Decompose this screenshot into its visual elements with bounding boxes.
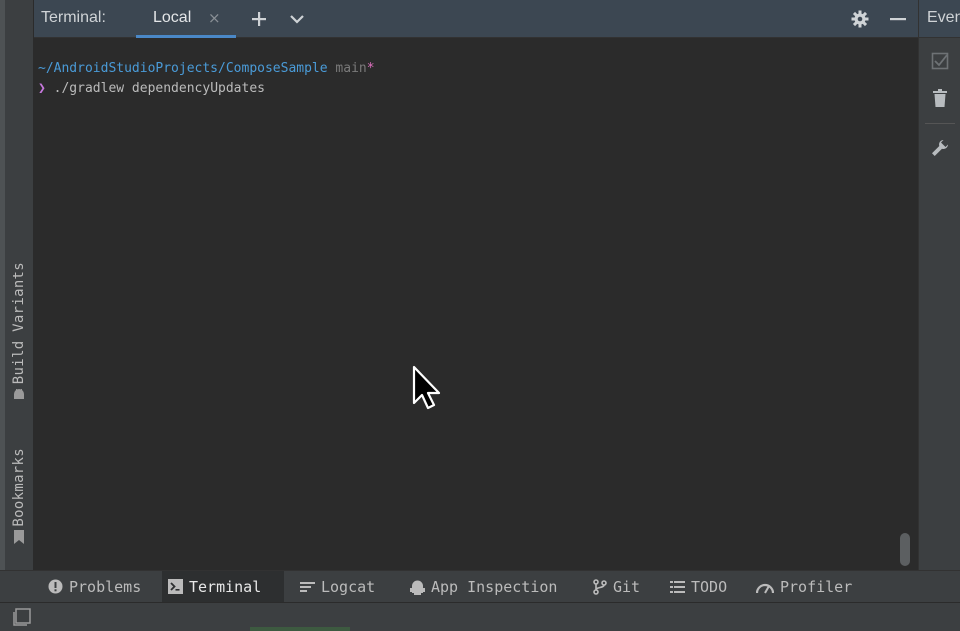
tab-profiler-label: Profiler	[780, 577, 853, 596]
gauge-icon	[756, 583, 774, 593]
tab-problems[interactable]: Problems	[42, 571, 147, 602]
tab-todo[interactable]: TODO	[664, 571, 733, 602]
git-branch: main	[335, 61, 367, 76]
clear-log-button[interactable]	[929, 87, 951, 109]
left-tool-strip: Build Variants Bookmarks	[0, 0, 34, 570]
new-tab-button[interactable]	[249, 9, 269, 29]
prompt-context-line: ~/AndroidStudioProjects/ComposeSample ma…	[38, 61, 375, 76]
plus-icon	[252, 12, 266, 26]
android-icon	[12, 386, 26, 405]
mouse-cursor-icon	[412, 365, 441, 410]
prompt-glyph: ❯	[38, 81, 46, 96]
tab-local[interactable]: Local ×	[136, 0, 236, 38]
tab-todo-label: TODO	[691, 577, 728, 596]
tab-logcat[interactable]: Logcat	[294, 571, 381, 602]
minimize-button[interactable]	[888, 9, 908, 29]
dirty-marker: *	[366, 61, 375, 76]
settings-button[interactable]	[850, 9, 870, 29]
trash-icon	[933, 89, 947, 107]
chevron-down-icon	[290, 15, 304, 24]
left-edge	[0, 0, 5, 570]
logcat-icon	[300, 582, 315, 592]
command-line: ❯ ./gradlew dependencyUpdates	[38, 81, 265, 96]
warning-circle-icon	[48, 579, 63, 594]
current-directory: ~/AndroidStudioProjects/ComposeSample	[38, 61, 328, 76]
tab-app-inspection[interactable]: App Inspection	[404, 571, 563, 602]
tab-logcat-label: Logcat	[321, 577, 376, 596]
terminal-icon	[168, 579, 183, 594]
bottom-tool-bar: Problems Terminal Logcat App Inspection …	[0, 570, 960, 602]
panel-separator	[925, 123, 955, 124]
minus-icon	[890, 18, 906, 21]
status-progress-strip	[250, 627, 350, 631]
toggle-tool-windows-icon[interactable]	[12, 607, 32, 627]
terminal-title: Terminal:	[41, 9, 106, 26]
bookmark-icon	[13, 529, 25, 548]
tab-git[interactable]: Git	[587, 571, 646, 602]
tab-app-inspection-label: App Inspection	[431, 577, 558, 596]
list-icon	[670, 580, 685, 593]
tab-problems-label: Problems	[69, 577, 142, 596]
settings-wrench-button[interactable]	[929, 137, 951, 159]
gear-icon	[851, 10, 869, 28]
git-branch-icon	[593, 578, 607, 595]
tab-git-label: Git	[613, 577, 641, 596]
command-text: ./gradlew dependencyUpdates	[53, 81, 265, 96]
mark-read-button[interactable]	[929, 50, 951, 72]
wrench-icon	[932, 140, 948, 156]
close-tab-icon[interactable]: ×	[208, 9, 221, 27]
checklist-icon	[931, 52, 949, 70]
tab-terminal-label: Terminal	[189, 577, 262, 596]
event-log-title: Event Log	[927, 9, 960, 26]
bookmarks-tab[interactable]: Bookmarks	[8, 448, 30, 554]
event-log-panel: Event Log	[918, 0, 960, 570]
tab-profiler[interactable]: Profiler	[750, 571, 858, 602]
bookmarks-label: Bookmarks	[11, 448, 27, 527]
scrollbar-thumb[interactable]	[900, 533, 910, 566]
inspection-icon	[410, 580, 425, 595]
status-bar	[0, 602, 960, 631]
terminal-output[interactable]: ~/AndroidStudioProjects/ComposeSample ma…	[34, 38, 918, 570]
build-variants-tab[interactable]: Build Variants	[8, 262, 30, 411]
tab-local-label: Local	[153, 9, 192, 26]
tab-terminal[interactable]: Terminal	[162, 571, 284, 602]
event-log-header: Event Log	[919, 0, 960, 38]
build-variants-label: Build Variants	[11, 262, 27, 385]
terminal-header: Terminal: Local ×	[34, 0, 918, 38]
tab-dropdown-button[interactable]	[287, 9, 307, 29]
